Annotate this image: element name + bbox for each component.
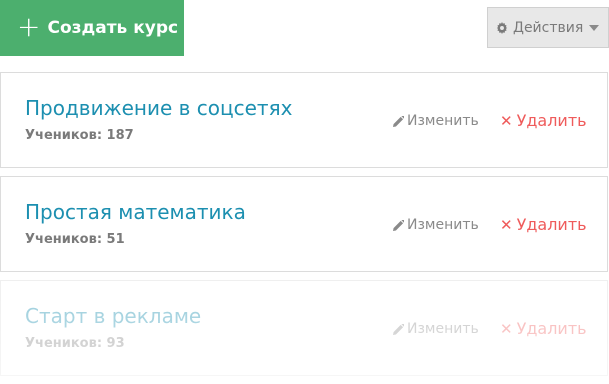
course-students-count: Учеников: 93 — [25, 336, 125, 351]
delete-label: Удалить — [516, 111, 587, 130]
actions-label: Действия — [513, 19, 584, 36]
close-icon: ✕ — [500, 215, 513, 234]
edit-course-button[interactable]: Изменить — [393, 321, 479, 337]
create-course-label: Создать курс — [47, 18, 179, 38]
course-card: Продвижение в соцсетях Учеников: 187 Изм… — [0, 72, 608, 168]
delete-label: Удалить — [516, 319, 587, 338]
course-card: Простая математика Учеников: 51 Изменить… — [0, 176, 608, 272]
actions-dropdown[interactable]: Действия — [487, 7, 609, 48]
create-course-button[interactable]: + Создать курс — [0, 0, 184, 56]
pencil-icon — [393, 219, 404, 231]
course-students-count: Учеников: 187 — [25, 128, 134, 143]
pencil-icon — [393, 323, 404, 335]
course-title[interactable]: Продвижение в соцсетях — [25, 96, 292, 120]
delete-course-button[interactable]: ✕ Удалить — [500, 215, 587, 234]
gear-icon — [496, 21, 508, 34]
edit-label: Изменить — [407, 113, 479, 129]
edit-label: Изменить — [407, 217, 479, 233]
chevron-down-icon — [589, 25, 599, 31]
edit-course-button[interactable]: Изменить — [393, 217, 479, 233]
edit-course-button[interactable]: Изменить — [393, 113, 479, 129]
course-title[interactable]: Старт в рекламе — [25, 304, 201, 328]
delete-label: Удалить — [516, 215, 587, 234]
edit-label: Изменить — [407, 321, 479, 337]
course-title[interactable]: Простая математика — [25, 200, 246, 224]
plus-icon: + — [17, 9, 41, 43]
delete-course-button[interactable]: ✕ Удалить — [500, 319, 587, 338]
pencil-icon — [393, 115, 404, 127]
close-icon: ✕ — [500, 319, 513, 338]
course-card: Старт в рекламе Учеников: 93 Изменить ✕ … — [0, 280, 608, 376]
course-students-count: Учеников: 51 — [25, 232, 125, 247]
delete-course-button[interactable]: ✕ Удалить — [500, 111, 587, 130]
toolbar: + Создать курс Действия — [0, 0, 609, 72]
close-icon: ✕ — [500, 111, 513, 130]
